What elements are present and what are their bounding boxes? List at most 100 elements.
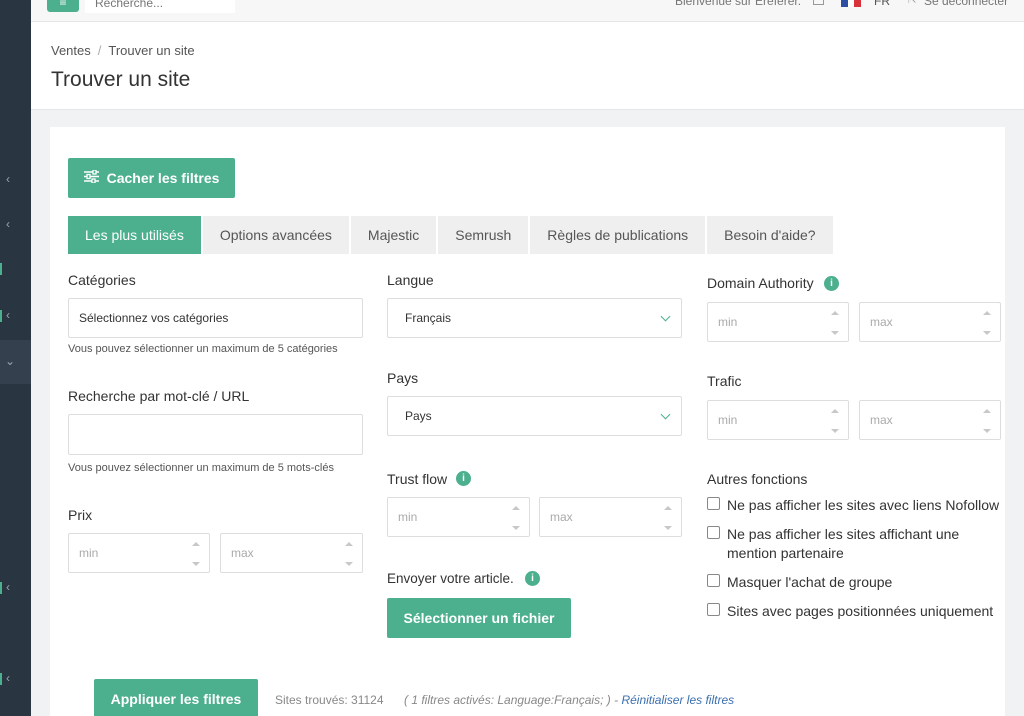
spinner-icon[interactable] — [664, 503, 672, 533]
categories-value: Sélectionnez vos catégories — [79, 311, 229, 325]
logout-link[interactable]: Se déconnecter — [924, 0, 1008, 8]
spinner-icon[interactable] — [512, 503, 520, 533]
page-title: Trouver un site — [51, 68, 191, 91]
keyword-label: Recherche par mot-clé / URL — [68, 388, 250, 404]
spinner-icon[interactable] — [831, 406, 839, 436]
flag-fr-icon[interactable] — [841, 0, 862, 7]
country-label: Pays — [387, 370, 419, 386]
apply-filters-button[interactable]: Appliquer les filtres — [94, 679, 258, 716]
spinner-icon[interactable] — [192, 539, 200, 569]
welcome-text: Bienvenue sur Ereferer. — [675, 0, 802, 8]
hide-filters-button[interactable]: Cacher les filtres — [68, 158, 235, 198]
checkbox-nofollow[interactable]: Ne pas afficher les sites avec liens Nof… — [707, 496, 1002, 515]
language-label: Langue — [387, 272, 434, 288]
topbar: ≡ Bienvenue sur Ereferer. FR ⇱ Se déconn… — [31, 0, 1024, 22]
da-max-placeholder: max — [870, 315, 893, 329]
checkbox-label[interactable]: Sites avec pages positionnées uniquement — [727, 602, 1002, 621]
keyword-input[interactable] — [68, 414, 363, 455]
sidebar: ‹ ‹ ‹ ⌄ ‹ ‹ — [0, 0, 31, 716]
price-min-input[interactable]: min — [68, 533, 210, 573]
trustflow-label: Trust flow — [387, 471, 448, 487]
spinner-icon[interactable] — [831, 308, 839, 338]
info-icon[interactable]: i — [525, 571, 540, 586]
reset-filters-link[interactable]: Réinitialiser les filtres — [621, 693, 734, 707]
checkbox-ranked-pages[interactable]: Sites avec pages positionnées uniquement — [707, 602, 1002, 621]
spinner-icon[interactable] — [345, 539, 353, 569]
traffic-max-input[interactable]: max — [859, 400, 1001, 440]
breadcrumb: Ventes / Trouver un site — [51, 43, 195, 58]
da-max-input[interactable]: max — [859, 302, 1001, 342]
mail-icon[interactable] — [813, 0, 824, 5]
price-max-placeholder: max — [231, 546, 254, 560]
keyword-hint: Vous pouvez sélectionner un maximum de 5… — [68, 462, 334, 474]
checkbox[interactable] — [707, 603, 720, 616]
domain-authority-label: Domain Authority — [707, 275, 814, 291]
info-icon[interactable]: i — [456, 471, 471, 486]
price-max-input[interactable]: max — [220, 533, 363, 573]
checkbox-group-purchase[interactable]: Masquer l'achat de groupe — [707, 573, 1002, 592]
checkbox-label[interactable]: Ne pas afficher les sites avec liens Nof… — [727, 496, 1002, 515]
price-label: Prix — [68, 507, 93, 523]
da-min-input[interactable]: min — [707, 302, 849, 342]
tab-publication-rules[interactable]: Règles de publications — [530, 216, 706, 254]
tab-semrush[interactable]: Semrush — [438, 216, 529, 254]
sidebar-marker — [0, 263, 2, 275]
chevron-left-icon[interactable]: ‹ — [6, 308, 10, 322]
breadcrumb-current: Trouver un site — [108, 43, 195, 58]
tab-bar: Les plus utilisés Options avancées Majes… — [68, 216, 835, 254]
checkbox[interactable] — [707, 526, 720, 539]
other-functions-label: Autres fonctions — [707, 471, 808, 487]
checkbox[interactable] — [707, 574, 720, 587]
traffic-label: Trafic — [707, 373, 742, 389]
language-select[interactable]: Français — [387, 298, 682, 338]
sidebar-marker — [0, 310, 2, 322]
trustflow-min-input[interactable]: min — [387, 497, 530, 537]
chevron-left-icon[interactable]: ‹ — [6, 217, 10, 231]
traffic-min-placeholder: min — [718, 413, 738, 427]
traffic-max-placeholder: max — [870, 413, 893, 427]
trustflow-max-input[interactable]: max — [539, 497, 682, 537]
hide-filters-label: Cacher les filtres — [106, 170, 220, 186]
tab-help[interactable]: Besoin d'aide? — [707, 216, 833, 254]
sidebar-marker — [0, 582, 2, 594]
select-file-button[interactable]: Sélectionner un fichier — [387, 598, 571, 638]
sliders-icon — [83, 169, 99, 186]
checkbox-label[interactable]: Masquer l'achat de groupe — [727, 573, 1002, 592]
breadcrumb-separator: / — [97, 43, 102, 58]
categories-select[interactable]: Sélectionnez vos catégories — [68, 298, 363, 338]
price-min-placeholder: min — [79, 546, 99, 560]
country-value: Pays — [405, 409, 432, 423]
sidebar-marker — [0, 673, 2, 685]
spinner-icon[interactable] — [983, 308, 991, 338]
tab-majestic[interactable]: Majestic — [350, 216, 437, 254]
spinner-icon[interactable] — [983, 406, 991, 436]
active-filters-text: ( 1 filtres activés: Language:Français; … — [404, 693, 619, 707]
chevron-down-icon[interactable]: ⌄ — [5, 354, 15, 368]
checkbox-label[interactable]: Ne pas afficher les sites affichant une … — [727, 525, 1002, 563]
categories-label: Catégories — [68, 272, 136, 288]
active-filters-summary: ( 1 filtres activés: Language:Français; … — [404, 693, 734, 707]
menu-button[interactable]: ≡ — [47, 0, 79, 12]
language-label[interactable]: FR — [874, 0, 890, 8]
chevron-down-icon — [660, 409, 671, 420]
traffic-min-input[interactable]: min — [707, 400, 849, 440]
categories-hint: Vous pouvez sélectionner un maximum de 5… — [68, 343, 338, 355]
breadcrumb-link[interactable]: Ventes — [51, 43, 91, 58]
send-article-label: Envoyer votre article. — [387, 571, 514, 586]
checkbox-partner-mention[interactable]: Ne pas afficher les sites affichant une … — [707, 525, 1002, 563]
country-select[interactable]: Pays — [387, 396, 682, 436]
chevron-left-icon[interactable]: ‹ — [6, 172, 10, 186]
chevron-left-icon[interactable]: ‹ — [6, 671, 10, 685]
sites-found-count: Sites trouvés: 31124 — [275, 693, 384, 707]
checkbox[interactable] — [707, 497, 720, 510]
trustflow-min-placeholder: min — [398, 510, 418, 524]
info-icon[interactable]: i — [824, 276, 839, 291]
filters-card: Cacher les filtres Les plus utilisés Opt… — [50, 127, 1005, 716]
tab-most-used[interactable]: Les plus utilisés — [68, 216, 201, 254]
tab-advanced-options[interactable]: Options avancées — [202, 216, 349, 254]
search-input[interactable] — [85, 0, 235, 13]
logout-icon[interactable]: ⇱ — [908, 0, 916, 6]
chevron-left-icon[interactable]: ‹ — [6, 580, 10, 594]
page-header: Ventes / Trouver un site Trouver un site — [31, 22, 1024, 110]
da-min-placeholder: min — [718, 315, 738, 329]
